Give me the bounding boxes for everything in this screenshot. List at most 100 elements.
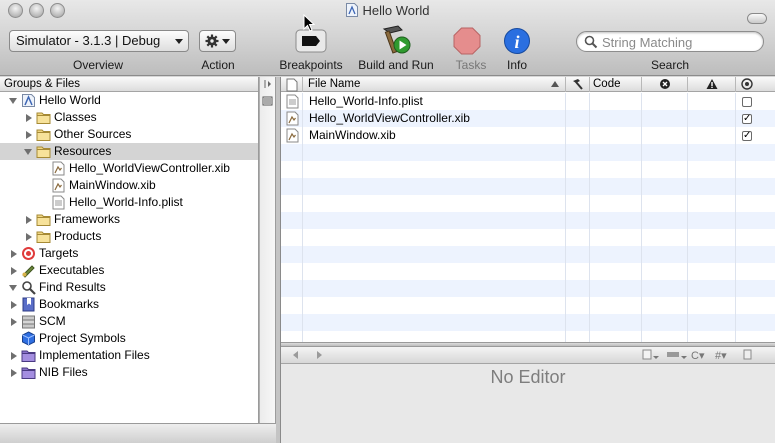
tree-item-implementation-files[interactable]: Implementation Files xyxy=(0,347,258,364)
table-row[interactable]: Hello_World-Info.plist xyxy=(281,93,775,110)
cube-icon xyxy=(21,331,36,346)
table-row-background xyxy=(281,246,775,263)
overview-popup[interactable]: Simulator - 3.1.3 | Debug xyxy=(9,30,189,52)
disclosure-open-icon[interactable] xyxy=(24,149,32,155)
groups-and-files-pane: Groups & Files Hello World Classes Other S… xyxy=(0,77,259,423)
disclosure-open-icon[interactable] xyxy=(9,285,17,291)
tree-item-hello-world[interactable]: Hello World xyxy=(0,92,258,109)
tree-item-hello-worldviewcontroller-xib[interactable]: Hello_WorldViewController.xib xyxy=(0,160,258,177)
disclosure-closed-icon[interactable] xyxy=(11,267,17,275)
back-arrow-icon[interactable] xyxy=(291,350,301,360)
tree-item-label: NIB Files xyxy=(39,365,88,379)
breakpoints-icon[interactable] xyxy=(295,29,327,53)
breakpoints-label: Breakpoints xyxy=(279,58,343,72)
toolbar-toggle-button[interactable] xyxy=(747,13,767,24)
search-label: Search xyxy=(650,58,690,72)
folder-icon xyxy=(36,127,51,142)
tree-item-label: Targets xyxy=(39,246,79,260)
info-icon[interactable]: i xyxy=(503,27,531,55)
disclosure-closed-icon[interactable] xyxy=(11,318,17,326)
tree-item-label: Classes xyxy=(54,110,97,124)
target-membership-checkbox[interactable] xyxy=(742,97,752,107)
disclosure-closed-icon[interactable] xyxy=(11,250,17,258)
folder-icon xyxy=(36,144,51,159)
disclosure-closed-icon[interactable] xyxy=(11,301,17,309)
tree-item-project-symbols[interactable]: Project Symbols xyxy=(0,330,258,347)
tree-item-frameworks[interactable]: Frameworks xyxy=(0,211,258,228)
code-column-label: Code xyxy=(593,78,621,90)
list-view-icon[interactable] xyxy=(260,95,275,107)
build-column-header[interactable] xyxy=(565,77,589,92)
tree-item-mainwindow-xib[interactable]: MainWindow.xib xyxy=(0,177,258,194)
window-title-text: Hello World xyxy=(362,3,430,18)
tree-item-executables[interactable]: Executables xyxy=(0,262,258,279)
tasks-label: Tasks xyxy=(455,58,487,72)
tree-item-label: Executables xyxy=(39,263,105,277)
class-menu-icon[interactable]: C▾ xyxy=(691,349,704,362)
disclosure-open-icon[interactable] xyxy=(9,98,17,104)
function-menu-icon[interactable] xyxy=(666,349,688,361)
tree-item-classes[interactable]: Classes xyxy=(0,109,258,126)
table-row[interactable]: Hello_WorldViewController.xib ✓ xyxy=(281,110,775,127)
warnings-column-header[interactable] xyxy=(687,77,735,92)
file-name-column-header[interactable]: File Name xyxy=(302,77,565,92)
stop-tasks-icon[interactable] xyxy=(453,27,481,55)
tree-item-products[interactable]: Products xyxy=(0,228,258,245)
disclosure-closed-icon[interactable] xyxy=(26,233,32,241)
search-input[interactable]: String Matching xyxy=(576,31,764,52)
disclosure-closed-icon[interactable] xyxy=(26,114,32,122)
xib-file-icon xyxy=(51,178,66,193)
tree-item-other-sources[interactable]: Other Sources xyxy=(0,126,258,143)
table-row[interactable]: MainWindow.xib ✓ xyxy=(281,127,775,144)
error-icon xyxy=(660,79,670,89)
editor-area[interactable]: No Editor xyxy=(281,364,775,443)
bookmark-menu-icon[interactable] xyxy=(742,349,754,361)
editor-navigation-bar: C▾ #▾ xyxy=(281,347,775,364)
gear-icon xyxy=(205,34,219,48)
tree-item-label: Hello_WorldViewController.xib xyxy=(69,161,230,175)
tree-item-nib-files[interactable]: NIB Files xyxy=(0,364,258,381)
table-row-background xyxy=(281,331,775,342)
plist-file-icon xyxy=(51,195,66,210)
file-type-column-icon[interactable] xyxy=(285,78,299,92)
disclosure-closed-icon[interactable] xyxy=(26,216,32,224)
groups-scrollbar[interactable] xyxy=(259,77,276,423)
tree-item-label: Hello_World-Info.plist xyxy=(69,195,183,209)
disclosure-closed-icon[interactable] xyxy=(11,352,17,360)
target-membership-checkbox[interactable]: ✓ xyxy=(742,131,752,141)
action-button[interactable] xyxy=(199,30,236,52)
tree-item-find-results[interactable]: Find Results xyxy=(0,279,258,296)
disclosure-closed-icon[interactable] xyxy=(11,369,17,377)
table-row-background xyxy=(281,297,775,314)
split-view-icon[interactable] xyxy=(260,78,275,90)
smart-group-icon xyxy=(21,365,36,380)
tree-item-label: Find Results xyxy=(39,280,106,294)
folder-icon xyxy=(36,110,51,125)
tree-item-label: Frameworks xyxy=(54,212,121,226)
toolbar: Hello World Simulator - 3.1.3 | Debug Ov… xyxy=(0,0,775,76)
file-history-icon[interactable] xyxy=(641,349,659,361)
file-name-cell: Hello_WorldViewController.xib xyxy=(309,111,470,125)
target-membership-checkbox[interactable]: ✓ xyxy=(742,114,752,124)
disclosure-closed-icon[interactable] xyxy=(26,131,32,139)
build-and-run-icon[interactable] xyxy=(380,24,414,56)
include-menu-icon[interactable]: #▾ xyxy=(715,349,727,362)
chevron-down-icon xyxy=(222,39,230,44)
tree-item-bookmarks[interactable]: Bookmarks xyxy=(0,296,258,313)
errors-column-header[interactable] xyxy=(641,77,687,92)
xib-file-icon xyxy=(285,128,300,143)
tree-item-targets[interactable]: Targets xyxy=(0,245,258,262)
file-name-cell: MainWindow.xib xyxy=(309,128,396,142)
table-row-background xyxy=(281,161,775,178)
folder-icon xyxy=(36,212,51,227)
target-membership-column-header[interactable] xyxy=(735,77,775,92)
tree-item-resources[interactable]: Resources xyxy=(0,143,258,160)
tree-item-hello-world-info-plist[interactable]: Hello_World-Info.plist xyxy=(0,194,258,211)
tree-item-scm[interactable]: SCM xyxy=(0,313,258,330)
mouse-cursor-icon xyxy=(303,14,315,32)
forward-arrow-icon[interactable] xyxy=(314,350,324,360)
code-column-header[interactable]: Code xyxy=(589,77,641,92)
tree-item-label: Bookmarks xyxy=(39,297,100,311)
sort-ascending-icon xyxy=(551,81,559,87)
target-icon xyxy=(741,78,753,90)
